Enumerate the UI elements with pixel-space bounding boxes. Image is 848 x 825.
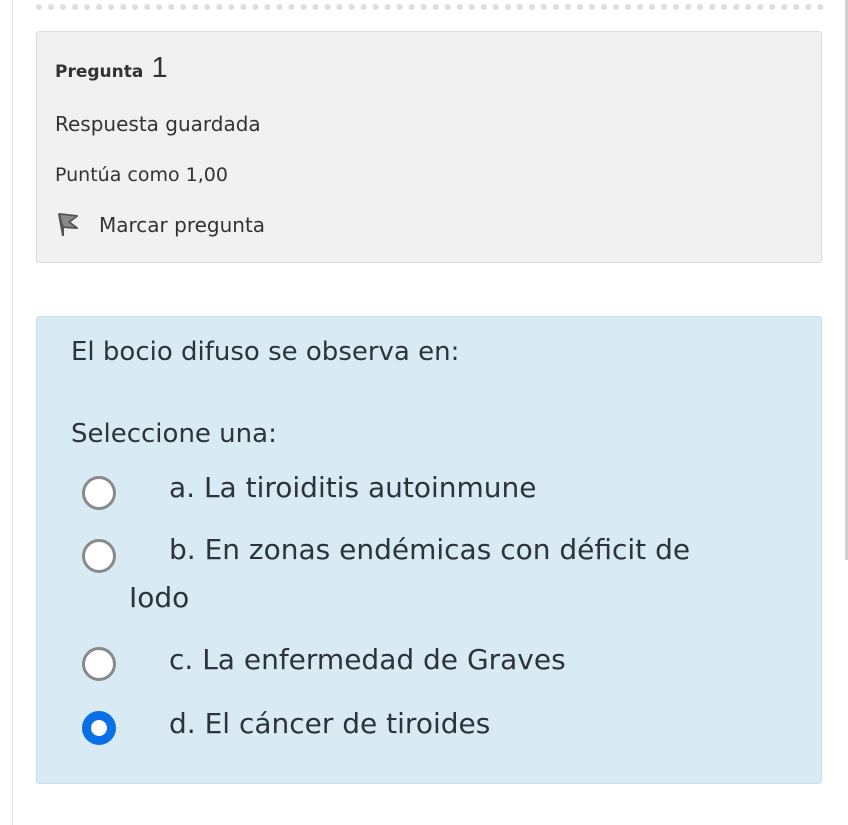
question-state: Respuesta guardada xyxy=(55,112,261,136)
question-number: 1 xyxy=(151,52,168,84)
question-info-panel: Pregunta 1 Respuesta guardada Puntúa com… xyxy=(36,31,822,263)
quiz-page: Pregunta 1 Respuesta guardada Puntúa com… xyxy=(0,0,848,825)
select-one-prompt: Seleccione una: xyxy=(71,419,277,449)
flag-question-label[interactable]: Marcar pregunta xyxy=(99,213,265,237)
question-text: El bocio difuso se observa en: xyxy=(71,337,460,367)
option-d-label[interactable]: d. El cáncer de tiroides xyxy=(169,707,490,740)
option-b-label-line1[interactable]: b. En zonas endémicas con déficit de xyxy=(169,533,690,566)
question-label: Pregunta xyxy=(55,62,144,82)
left-divider xyxy=(12,0,13,825)
radio-option-a[interactable] xyxy=(82,476,116,510)
flag-question-link[interactable]: Marcar pregunta xyxy=(55,212,265,238)
option-c-label[interactable]: c. La enfermedad de Graves xyxy=(169,643,566,676)
radio-option-b[interactable] xyxy=(82,539,116,573)
question-content-panel: El bocio difuso se observa en: Seleccion… xyxy=(36,316,822,784)
radio-option-c[interactable] xyxy=(82,647,116,681)
question-grade: Puntúa como 1,00 xyxy=(55,164,228,186)
option-b-label-line2[interactable]: Iodo xyxy=(129,581,189,614)
dotted-separator xyxy=(36,4,824,10)
option-a-label[interactable]: a. La tiroiditis autoinmune xyxy=(169,471,537,504)
radio-option-d-selected[interactable] xyxy=(82,711,116,745)
question-title: Pregunta 1 xyxy=(55,52,168,85)
flag-icon[interactable] xyxy=(55,212,81,238)
